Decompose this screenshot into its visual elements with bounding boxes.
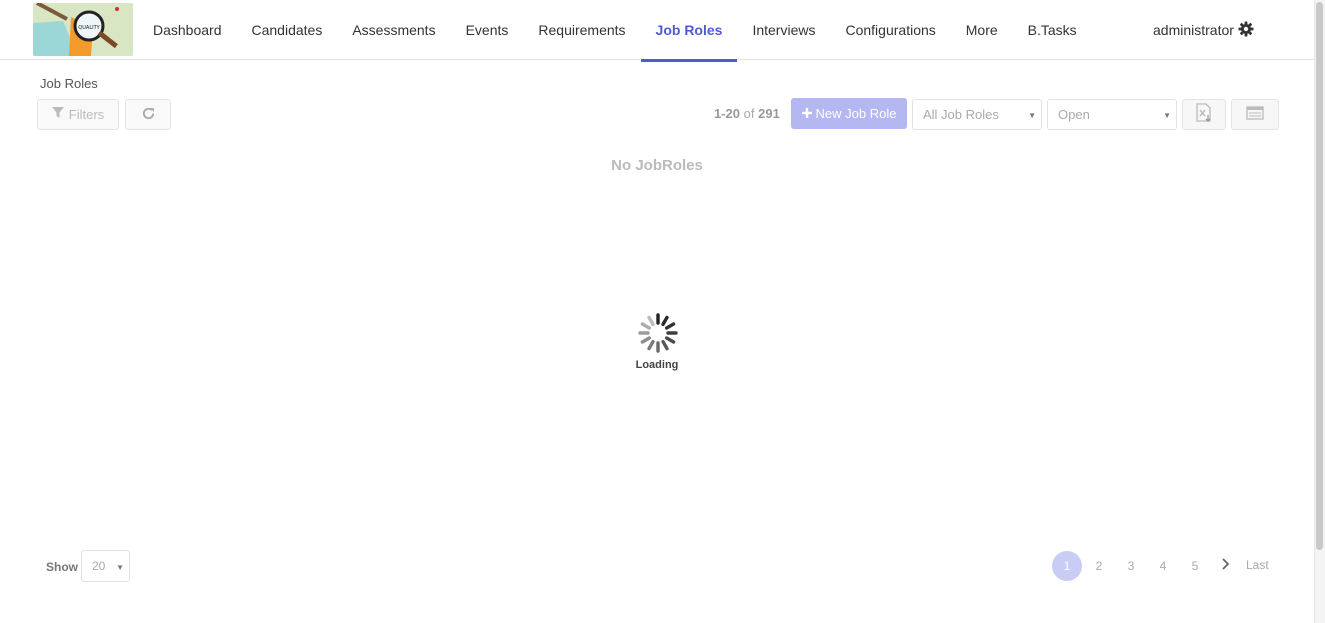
pagination-page-2[interactable]: 2 [1084, 551, 1114, 581]
page-size-value: 20 [92, 559, 106, 573]
table-columns-icon [1246, 106, 1264, 123]
plus-icon [801, 106, 812, 121]
company-logo[interactable]: QUALITY [33, 3, 133, 56]
breadcrumb: Job Roles [40, 76, 98, 91]
status-select-value: Open [1058, 107, 1090, 122]
svg-text:QUALITY: QUALITY [78, 25, 100, 31]
pagination-next-button[interactable] [1218, 557, 1234, 575]
nav-more[interactable]: More [951, 0, 1013, 60]
record-of: of [743, 106, 755, 121]
nav-candidates[interactable]: Candidates [237, 0, 338, 60]
chevron-down-icon: ▼ [116, 563, 124, 572]
nav-interviews[interactable]: Interviews [737, 0, 830, 60]
user-menu[interactable]: administrator [1153, 0, 1254, 60]
chevron-down-icon: ▼ [1028, 111, 1036, 120]
record-total: 291 [758, 106, 780, 121]
gear-icon [1238, 21, 1254, 40]
top-navbar: QUALITY Dashboard Candidates Assessments… [0, 0, 1314, 62]
export-excel-button[interactable] [1182, 99, 1226, 130]
excel-export-icon [1195, 103, 1213, 126]
job-role-scope-select[interactable]: All Job Roles ▼ [912, 99, 1042, 130]
refresh-button[interactable] [125, 99, 171, 130]
nav-events[interactable]: Events [451, 0, 524, 60]
nav-assessments[interactable]: Assessments [337, 0, 450, 60]
page-size-label: Show [46, 560, 78, 574]
scrollbar-thumb[interactable] [1316, 2, 1323, 550]
record-count: 1-20 of 291 [714, 106, 780, 121]
pagination-last-button[interactable]: Last [1246, 558, 1269, 572]
filter-icon [51, 107, 64, 122]
chevron-down-icon: ▼ [1163, 111, 1171, 120]
filters-button[interactable]: Filters [37, 99, 119, 130]
main-nav: Dashboard Candidates Assessments Events … [138, 0, 1092, 62]
chevron-right-icon [1222, 557, 1230, 575]
scope-select-value: All Job Roles [923, 107, 999, 122]
status-select[interactable]: Open ▼ [1047, 99, 1177, 130]
new-job-role-label: New Job Role [815, 106, 897, 121]
nav-dashboard[interactable]: Dashboard [138, 0, 237, 60]
column-settings-button[interactable] [1231, 99, 1279, 130]
pagination-page-1[interactable]: 1 [1052, 551, 1082, 581]
pagination-page-5[interactable]: 5 [1180, 551, 1210, 581]
page-size-select[interactable]: 20 ▼ [81, 550, 130, 582]
filters-label: Filters [68, 107, 105, 122]
user-name: administrator [1153, 22, 1234, 38]
loading-spinner-icon [636, 311, 680, 355]
new-job-role-button[interactable]: New Job Role [791, 98, 907, 129]
loading-label: Loading [635, 359, 679, 371]
nav-configurations[interactable]: Configurations [830, 0, 950, 60]
page-scrollbar[interactable] [1314, 0, 1325, 623]
refresh-icon [141, 106, 156, 124]
nav-btasks[interactable]: B.Tasks [1013, 0, 1092, 60]
nav-requirements[interactable]: Requirements [523, 0, 640, 60]
pagination-page-4[interactable]: 4 [1148, 551, 1178, 581]
record-range: 1-20 [714, 106, 741, 121]
empty-state-message: No JobRoles [611, 157, 703, 174]
nav-job-roles[interactable]: Job Roles [640, 0, 738, 62]
pagination-page-3[interactable]: 3 [1116, 551, 1146, 581]
